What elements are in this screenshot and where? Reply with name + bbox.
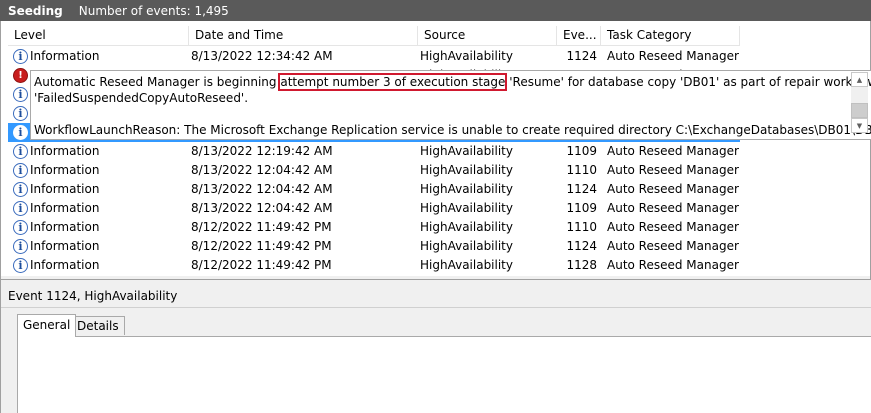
description-scrollbar[interactable]: ▲ ▼	[851, 72, 868, 133]
info-icon: i	[13, 49, 28, 64]
column-header-task-category[interactable]: Task Category	[601, 26, 740, 46]
cell-event-id: 1109	[566, 201, 597, 215]
highlighted-text: attempt number 3 of execution stage	[278, 73, 508, 91]
info-icon: i	[13, 239, 28, 254]
cell-event-id: 1109	[566, 144, 597, 158]
description-line: WorkflowLaunchReason: The Microsoft Exch…	[34, 123, 871, 137]
cell-source: HighAvailability	[420, 163, 513, 177]
table-row[interactable]: i Information 8/13/2022 12:04:42 AM HighAva…	[8, 161, 740, 180]
cell-task-category: Auto Reseed Manager	[607, 258, 739, 272]
level-text: Information	[30, 201, 100, 215]
event-count: Number of events: 1,495	[78, 3, 229, 18]
level-text: Information	[30, 163, 100, 177]
event-description: Automatic Reseed Manager is beginning at…	[34, 73, 871, 138]
cell-source: HighAvailability	[420, 182, 513, 196]
log-title: Seeding	[8, 3, 63, 18]
level-text: Information	[30, 182, 100, 196]
event-detail-panel: Event 1124, HighAvailability General Det…	[0, 280, 871, 413]
cell-task-category: Auto Reseed Manager	[607, 182, 739, 196]
cell-task-category: Auto Reseed Manager	[607, 201, 739, 215]
cell-level: iInformation	[8, 180, 189, 199]
info-icon: i	[13, 182, 28, 197]
table-row[interactable]: i Information 8/12/2022 11:49:42 PM HighAva…	[8, 237, 740, 256]
tab-details[interactable]: Details	[71, 316, 125, 335]
level-text: Information	[30, 220, 100, 234]
info-icon: i	[13, 87, 28, 102]
cell-event-id: 1110	[566, 220, 597, 234]
cell-event-id: 1124	[566, 182, 597, 196]
table-row[interactable]: i Information 8/13/2022 12:04:42 AM HighAva…	[8, 199, 740, 218]
info-icon: i	[13, 258, 28, 273]
detail-divider	[1, 307, 871, 308]
event-description-box[interactable]: Automatic Reseed Manager is beginning at…	[30, 70, 871, 140]
level-text: Information	[30, 49, 100, 63]
level-text: Information	[30, 239, 100, 253]
info-icon: i	[13, 144, 28, 159]
cell-event-id: 1128	[566, 258, 597, 272]
cell-source: HighAvailability	[420, 220, 513, 234]
cell-date: 8/12/2022 11:49:42 PM	[191, 258, 332, 272]
info-icon: i	[13, 106, 28, 121]
cell-level: iInformation	[8, 237, 189, 256]
table-row[interactable]: i Information 8/13/2022 12:04:42 AM HighAva…	[8, 180, 740, 199]
description-text: Automatic Reseed Manager is beginning	[34, 75, 281, 89]
column-header-event-id[interactable]: Eve...	[557, 26, 601, 46]
cell-level: iInformation	[8, 142, 189, 161]
error-icon: !	[13, 68, 28, 83]
cell-date: 8/13/2022 12:04:42 AM	[191, 182, 333, 196]
level-text: Information	[30, 258, 100, 272]
description-line: 'FailedSuspendedCopyAutoReseed'.	[34, 91, 249, 105]
description-line: Automatic Reseed Manager is beginning at…	[34, 73, 871, 91]
cell-task-category: Auto Reseed Manager	[607, 49, 739, 63]
cell-level: iInformation	[8, 161, 189, 180]
cell-task-category: Auto Reseed Manager	[607, 163, 739, 177]
cell-date: 8/13/2022 12:04:42 AM	[191, 201, 333, 215]
level-text: Information	[30, 144, 100, 158]
cell-date: 8/12/2022 11:49:42 PM	[191, 239, 332, 253]
table-row[interactable]: iInformation8/13/2022 12:19:42 AMHighAva…	[8, 142, 740, 161]
column-header-source[interactable]: Source	[418, 26, 557, 46]
cell-level: iInformation	[8, 218, 189, 237]
cell-date: 8/13/2022 12:04:42 AM	[191, 163, 333, 177]
scroll-track[interactable]	[851, 87, 868, 103]
log-header-bar: Seeding Number of events: 1,495	[0, 0, 871, 21]
cell-date: 8/12/2022 11:49:42 PM	[191, 220, 332, 234]
tab-content	[17, 336, 871, 413]
cell-source: HighAvailability	[420, 201, 513, 215]
column-header-row: Level Date and Time Source Eve... Task C…	[8, 26, 740, 46]
description-text: 'Resume' for database copy 'DB01' as par…	[505, 75, 871, 89]
cell-event-id: 1124	[566, 49, 597, 63]
cell-task-category: Auto Reseed Manager	[607, 220, 739, 234]
table-row[interactable]: iInformation8/13/2022 12:34:42 AMHighAva…	[8, 47, 740, 66]
cell-source: HighAvailability	[420, 144, 513, 158]
cell-source: HighAvailability	[420, 239, 513, 253]
cell-task-category: Auto Reseed Manager	[607, 239, 739, 253]
scroll-up-icon[interactable]: ▲	[851, 72, 868, 87]
cell-event-id: 1124	[566, 239, 597, 253]
events-list: Level Date and Time Source Eve... Task C…	[0, 21, 871, 280]
cell-event-id: 1110	[566, 163, 597, 177]
cell-source: HighAvailability	[420, 49, 513, 63]
cell-date: 8/13/2022 12:34:42 AM	[191, 49, 333, 63]
scroll-thumb[interactable]	[851, 103, 868, 118]
info-icon: i	[13, 163, 28, 178]
cell-date: 8/13/2022 12:19:42 AM	[191, 144, 333, 158]
table-row[interactable]: i Information 8/12/2022 11:49:42 PM HighAva…	[8, 218, 740, 237]
tab-general[interactable]: General	[17, 314, 77, 337]
cell-level: iInformation	[8, 47, 189, 66]
table-row[interactable]: i Information 8/12/2022 11:49:42 PM HighAva…	[8, 256, 740, 275]
scroll-down-icon[interactable]: ▼	[851, 118, 868, 133]
cell-source: HighAvailability	[420, 258, 513, 272]
cell-level: iInformation	[8, 256, 189, 275]
info-icon: i	[13, 125, 28, 140]
column-header-level[interactable]: Level	[8, 26, 189, 46]
cell-task-category: Auto Reseed Manager	[607, 144, 739, 158]
detail-title: Event 1124, HighAvailability	[8, 289, 178, 303]
info-icon: i	[13, 220, 28, 235]
info-icon: i	[13, 201, 28, 216]
cell-level: iInformation	[8, 199, 189, 218]
column-header-date[interactable]: Date and Time	[189, 26, 418, 46]
